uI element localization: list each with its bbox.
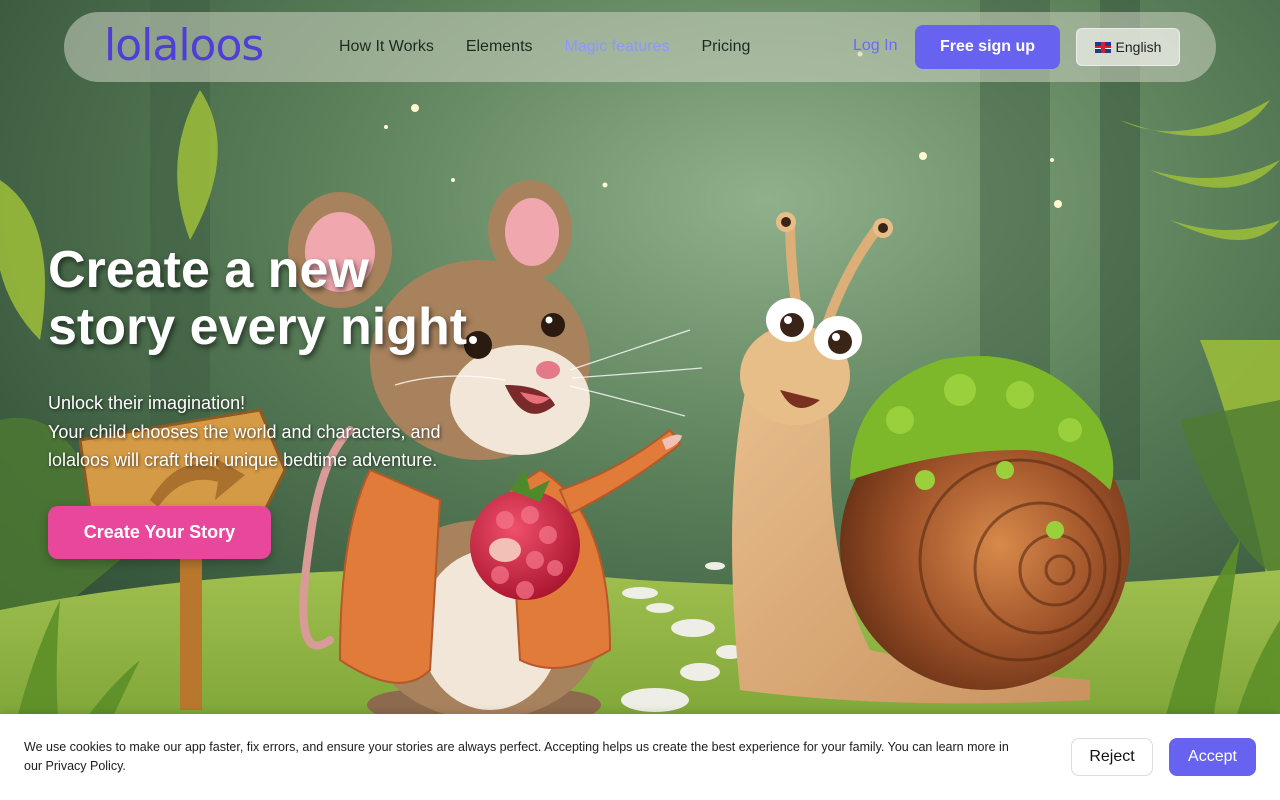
nav-link-elements[interactable]: Elements bbox=[466, 38, 533, 56]
language-selector[interactable]: English bbox=[1076, 28, 1180, 66]
logo-text: lolaloos bbox=[104, 20, 264, 71]
hero-title-line-1: Create a new bbox=[48, 241, 369, 299]
lolaloos-logo[interactable]: lolaloos bbox=[104, 20, 264, 72]
nav-link-how-it-works[interactable]: How It Works bbox=[339, 38, 434, 56]
hero-title-line-2: story every night bbox=[48, 298, 468, 356]
language-label: English bbox=[1115, 39, 1162, 55]
nav-link-pricing[interactable]: Pricing bbox=[701, 38, 750, 56]
cookie-banner: We use cookies to make our app faster, f… bbox=[0, 714, 1280, 800]
hero-title: Create a new story every night bbox=[48, 242, 508, 356]
top-navbar: lolaloos How It Works Elements Magic fea… bbox=[64, 12, 1216, 82]
hero-subtitle-line-2: Your child chooses the world and charact… bbox=[48, 421, 441, 471]
cookie-message: We use cookies to make our app faster, f… bbox=[24, 740, 1009, 773]
hero-subtitle-line-1: Unlock their imagination! bbox=[48, 393, 246, 413]
create-your-story-button[interactable]: Create Your Story bbox=[48, 506, 271, 559]
free-signup-button[interactable]: Free sign up bbox=[915, 25, 1060, 69]
cookie-accept-button[interactable]: Accept bbox=[1169, 738, 1256, 776]
hero-subtitle: Unlock their imagination! Your child cho… bbox=[48, 389, 488, 475]
login-link[interactable]: Log In bbox=[853, 37, 897, 55]
nav-link-magic-features[interactable]: Magic features bbox=[565, 38, 670, 56]
nav-links: How It Works Elements Magic features Pri… bbox=[339, 12, 782, 82]
cookie-reject-button[interactable]: Reject bbox=[1071, 738, 1153, 776]
uk-flag-icon bbox=[1094, 41, 1111, 53]
